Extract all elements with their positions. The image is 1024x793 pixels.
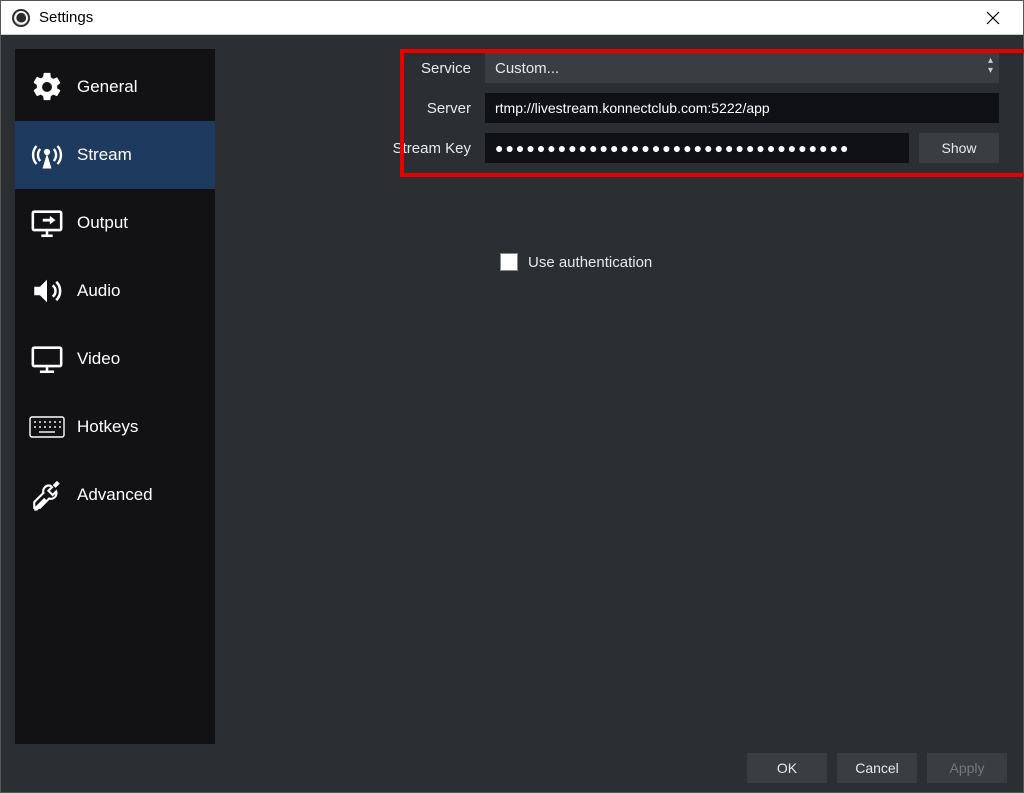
sidebar-item-label: Advanced [77, 485, 153, 505]
service-value: Custom... [495, 60, 559, 77]
sidebar-item-label: Video [77, 349, 120, 369]
sidebar-item-video[interactable]: Video [15, 325, 215, 393]
service-select[interactable]: Custom... ▴▾ [485, 53, 999, 83]
antenna-icon [29, 137, 65, 173]
sidebar: General Stream [15, 49, 215, 744]
sidebar-item-label: Hotkeys [77, 417, 138, 437]
streamkey-input[interactable] [485, 133, 909, 163]
window-title: Settings [39, 9, 93, 26]
auth-checkbox[interactable] [500, 253, 518, 271]
auth-label: Use authentication [528, 254, 652, 271]
sidebar-item-label: Audio [77, 281, 120, 301]
chevron-updown-icon: ▴▾ [988, 56, 993, 76]
show-button[interactable]: Show [919, 133, 999, 163]
server-label: Server [225, 100, 485, 117]
titlebar: Settings [1, 1, 1023, 35]
apply-button[interactable]: Apply [927, 753, 1007, 783]
obs-app-icon [11, 8, 31, 28]
sidebar-item-label: Stream [77, 145, 132, 165]
sidebar-item-audio[interactable]: Audio [15, 257, 215, 325]
sidebar-item-stream[interactable]: Stream [15, 121, 215, 189]
gear-icon [29, 69, 65, 105]
sidebar-item-hotkeys[interactable]: Hotkeys [15, 393, 215, 461]
sidebar-item-general[interactable]: General [15, 53, 215, 121]
speaker-icon [29, 273, 65, 309]
server-input[interactable] [485, 93, 999, 123]
sidebar-item-output[interactable]: Output [15, 189, 215, 257]
keyboard-icon [29, 409, 65, 445]
close-icon [986, 11, 1000, 25]
cancel-button[interactable]: Cancel [837, 753, 917, 783]
content-panel: Service Custom... ▴▾ Server [215, 49, 1009, 744]
dialog-footer: OK Cancel Apply [1, 744, 1023, 792]
sidebar-item-label: General [77, 77, 137, 97]
output-icon [29, 205, 65, 241]
close-button[interactable] [973, 3, 1013, 33]
tools-icon [29, 477, 65, 513]
streamkey-label: Stream Key [225, 140, 485, 157]
sidebar-item-advanced[interactable]: Advanced [15, 461, 215, 529]
settings-window: Settings General [0, 0, 1024, 793]
monitor-icon [29, 341, 65, 377]
ok-button[interactable]: OK [747, 753, 827, 783]
dialog-body: General Stream [1, 35, 1023, 744]
service-label: Service [225, 60, 485, 77]
sidebar-item-label: Output [77, 213, 128, 233]
